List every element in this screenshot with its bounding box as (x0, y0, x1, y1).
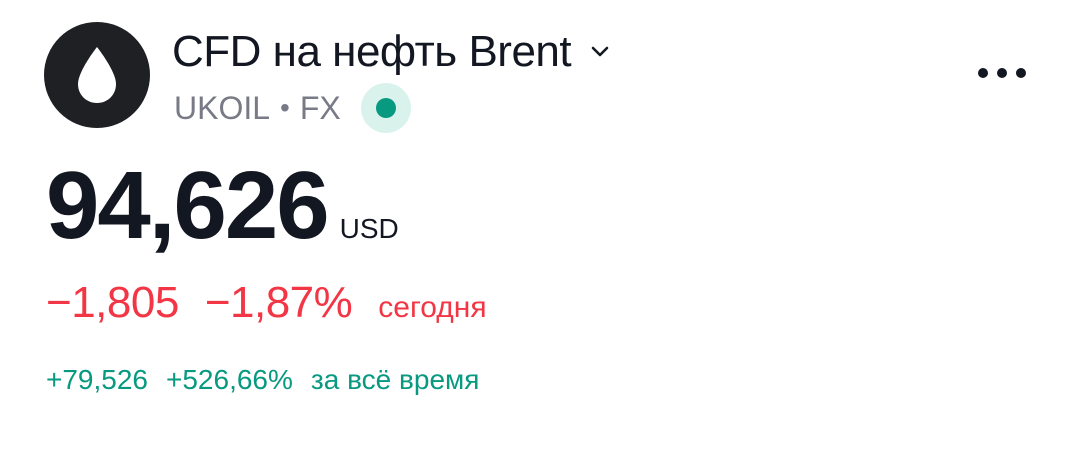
market-open-dot-icon (375, 98, 396, 118)
symbol-meta: UKOIL • FX (174, 83, 411, 133)
alltime-change-absolute: +79,526 (46, 364, 148, 395)
more-options-button[interactable] (974, 58, 1030, 88)
price-block: 94,626 USD (46, 158, 399, 268)
alltime-change: +79,526 +526,66% за всё время (46, 364, 479, 404)
alltime-change-period: за всё время (310, 364, 480, 395)
daily-change-percent: −1,87% (204, 278, 353, 327)
daily-change-period: сегодня (378, 291, 487, 324)
drop-shape (78, 47, 116, 103)
oil-drop-icon (44, 22, 150, 128)
symbol-title: CFD на нефть Brent (172, 27, 572, 76)
daily-change-absolute: −1,805 (46, 278, 179, 327)
ticker-label: UKOIL (174, 89, 271, 126)
alltime-change-percent: +526,66% (166, 364, 293, 395)
symbol-title-button[interactable]: CFD на нефть Brent (172, 24, 613, 80)
symbol-header-screen: CFD на нефть Brent UKOIL • FX 94,626 USD… (0, 0, 1080, 464)
price-currency: USD (339, 213, 399, 244)
market-status-indicator[interactable] (360, 83, 411, 133)
daily-change: −1,805 −1,87% сегодня (46, 278, 487, 332)
more-horizontal-icon (978, 68, 1026, 78)
meta-separator: • (280, 92, 290, 123)
last-price: 94,626 (46, 152, 330, 259)
chevron-down-icon (587, 39, 613, 65)
exchange-label: FX (299, 89, 341, 126)
